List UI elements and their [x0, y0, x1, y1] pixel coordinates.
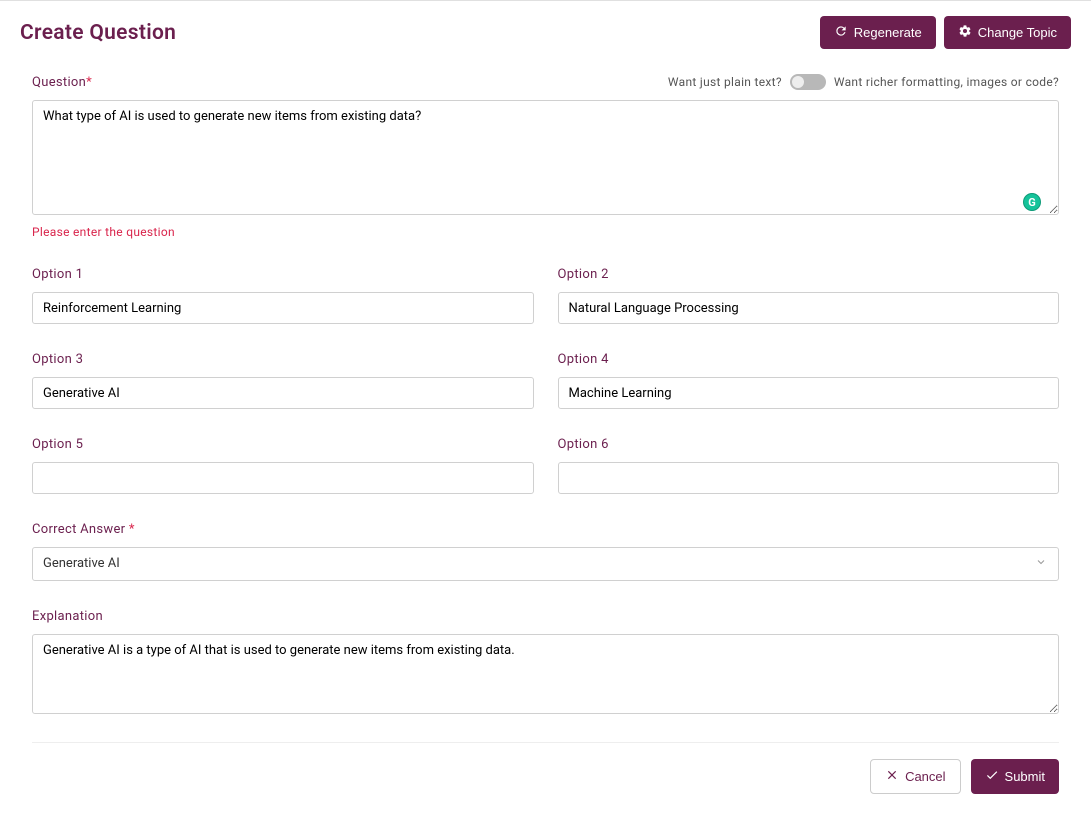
toggle-left-text: Want just plain text?: [668, 75, 782, 89]
explanation-textarea[interactable]: [32, 634, 1059, 714]
regenerate-button[interactable]: Regenerate: [820, 16, 936, 49]
question-textarea[interactable]: [32, 100, 1059, 215]
submit-button[interactable]: Submit: [971, 759, 1059, 794]
toggle-right-text: Want richer formatting, images or code?: [834, 75, 1059, 89]
change-topic-button[interactable]: Change Topic: [944, 16, 1071, 49]
option5-label: Option 5: [32, 437, 534, 452]
option5-input[interactable]: [32, 462, 534, 494]
checkmark-icon: [985, 768, 999, 785]
close-icon: [885, 768, 899, 785]
regenerate-label: Regenerate: [854, 25, 922, 40]
submit-label: Submit: [1005, 769, 1045, 784]
option1-input[interactable]: [32, 292, 534, 324]
option1-label: Option 1: [32, 267, 534, 282]
refresh-icon: [834, 24, 848, 41]
change-topic-label: Change Topic: [978, 25, 1057, 40]
required-star: *: [129, 522, 135, 537]
option2-label: Option 2: [558, 267, 1060, 282]
page-title: Create Question: [20, 21, 176, 45]
grammarly-icon[interactable]: G: [1023, 193, 1041, 211]
option6-label: Option 6: [558, 437, 1060, 452]
format-toggle[interactable]: [790, 74, 826, 90]
option4-input[interactable]: [558, 377, 1060, 409]
option3-label: Option 3: [32, 352, 534, 367]
cancel-label: Cancel: [905, 769, 945, 784]
option3-input[interactable]: [32, 377, 534, 409]
explanation-label: Explanation: [32, 609, 1059, 624]
question-label: Question: [32, 75, 86, 90]
question-error: Please enter the question: [32, 225, 1059, 239]
option2-input[interactable]: [558, 292, 1060, 324]
correct-answer-select[interactable]: Generative AI: [32, 547, 1059, 581]
option6-input[interactable]: [558, 462, 1060, 494]
option4-label: Option 4: [558, 352, 1060, 367]
cancel-button[interactable]: Cancel: [870, 759, 960, 794]
divider: [32, 742, 1059, 743]
gear-icon: [958, 24, 972, 41]
correct-answer-label: Correct Answer *: [32, 522, 1059, 537]
required-star: *: [86, 75, 92, 90]
